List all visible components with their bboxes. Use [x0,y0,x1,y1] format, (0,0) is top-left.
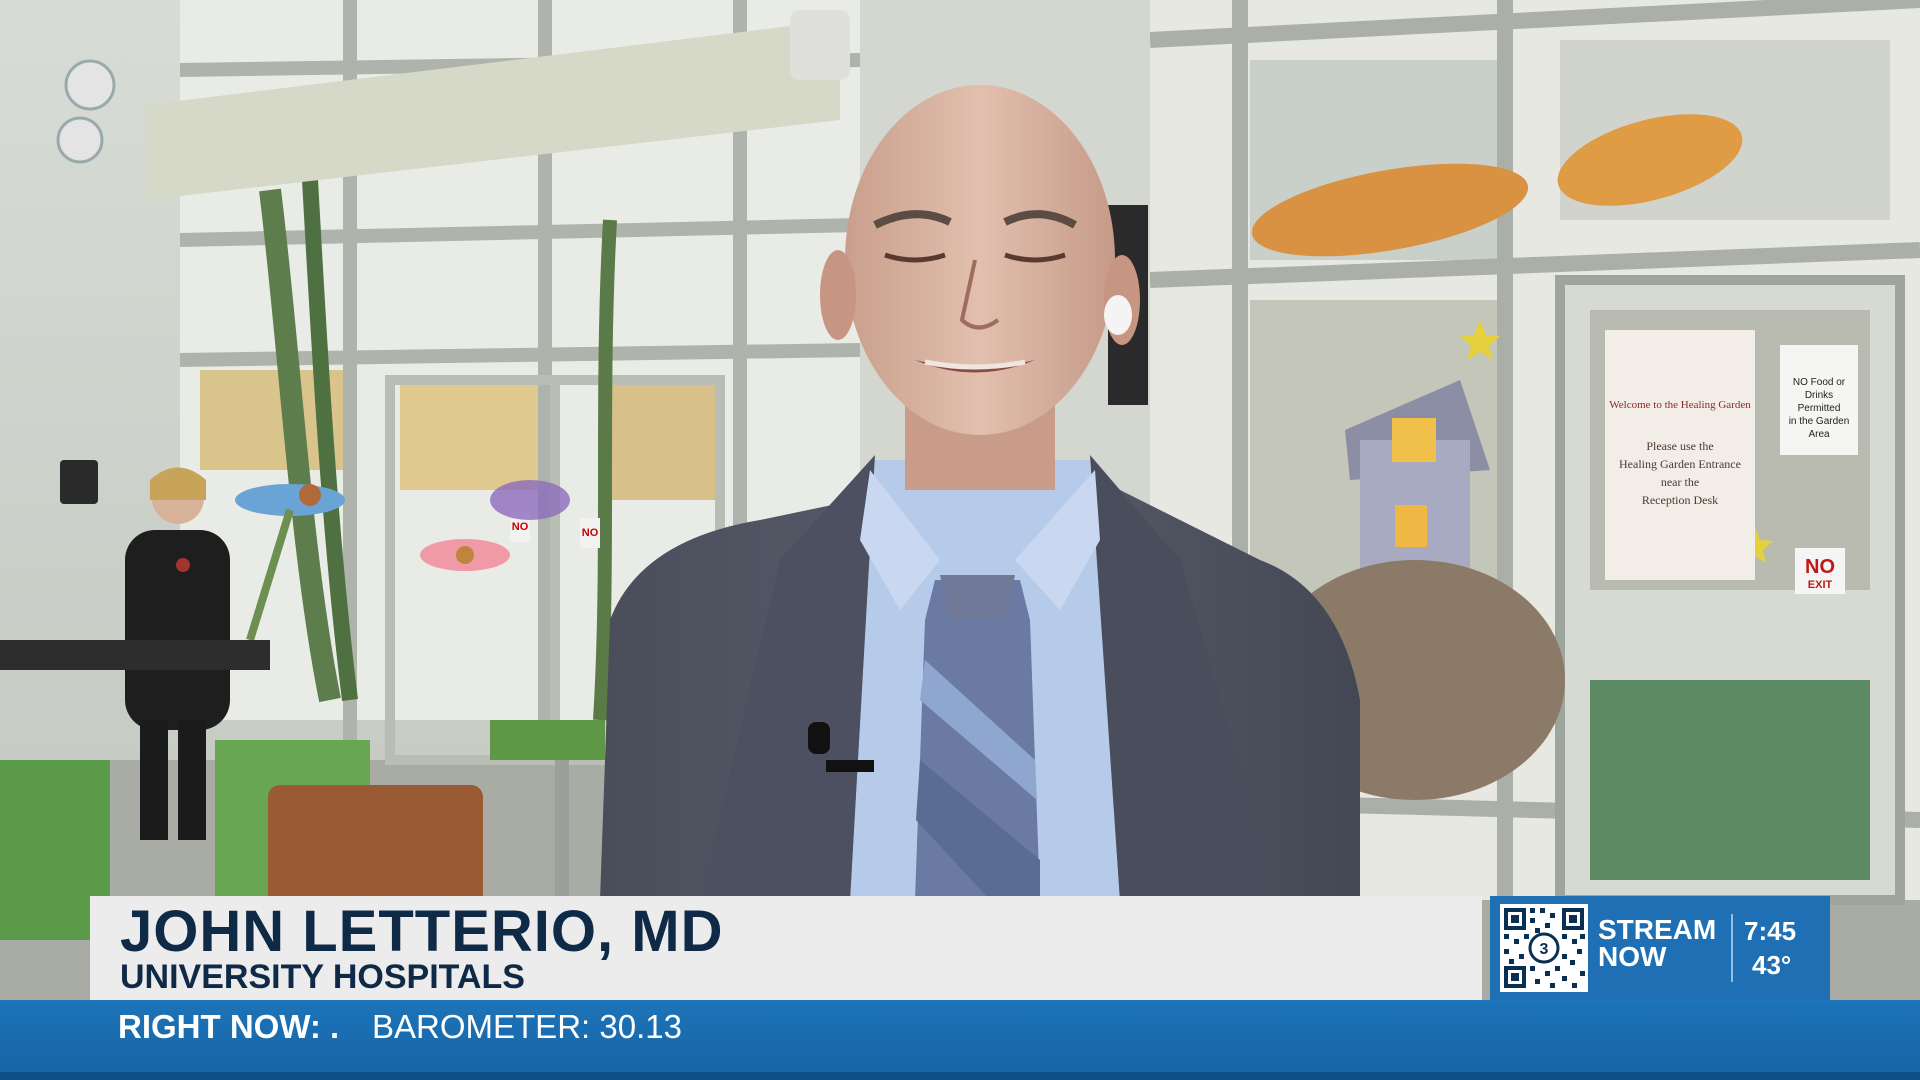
svg-text:3: 3 [1540,941,1549,958]
ticker-bottom-bar [0,1072,1920,1080]
svg-text:Reception Desk: Reception Desk [1642,493,1718,507]
svg-text:Permitted: Permitted [1798,403,1841,414]
welcome-notice: Welcome to the Healing Garden Please use… [1605,330,1755,580]
guest-name: JOHN LETTERIO, MD [120,899,724,964]
qr-code-icon: 3 [1500,904,1588,992]
svg-text:near the: near the [1661,475,1699,489]
stream-now-label: STREAM NOW [1598,914,1717,972]
svg-text:NO: NO [582,527,599,539]
ticker-label: RIGHT NOW: . [118,1008,340,1045]
no-food-notice: NO Food or Drinks Permitted in the Garde… [1780,345,1858,455]
svg-text:NO Food or: NO Food or [1793,377,1846,388]
temperature: 43° [1752,950,1792,980]
svg-text:Area: Area [1808,429,1830,440]
no-sign-left-2: NO [580,518,600,548]
svg-text:EXIT: EXIT [1808,579,1833,591]
lower-third-nameplate: JOHN LETTERIO, MD UNIVERSITY HOSPITALS [90,896,1482,1000]
guest-affiliation: UNIVERSITY HOSPITALS [120,958,525,996]
ticker-text: BAROMETER: 30.13 [372,1008,682,1045]
news-ticker: RIGHT NOW: . BAROMETER: 30.13 [0,1000,1920,1080]
wall-phone [60,460,98,504]
svg-text:NO: NO [1805,556,1835,578]
svg-text:Drinks: Drinks [1805,390,1833,401]
stream-now-promo: 3 STREAM NOW 7:45 43° [1490,896,1830,1000]
svg-text:Welcome to the Healing Garden: Welcome to the Healing Garden [1609,399,1751,411]
stream-divider [1731,914,1733,982]
stream-label-line2: NOW [1598,941,1667,972]
svg-text:NO: NO [512,521,529,533]
svg-text:in the Garden: in the Garden [1789,416,1850,427]
stream-label-line1: STREAM [1598,914,1717,945]
no-exit-sign: NO EXIT [1795,548,1845,594]
broadcast-frame: NO NO Welcome to the Healing Garden Plea… [0,0,1920,1080]
svg-text:Healing Garden Entrance: Healing Garden Entrance [1619,457,1741,471]
clock-time: 7:45 [1744,916,1797,946]
svg-text:Please use the: Please use the [1646,439,1713,453]
